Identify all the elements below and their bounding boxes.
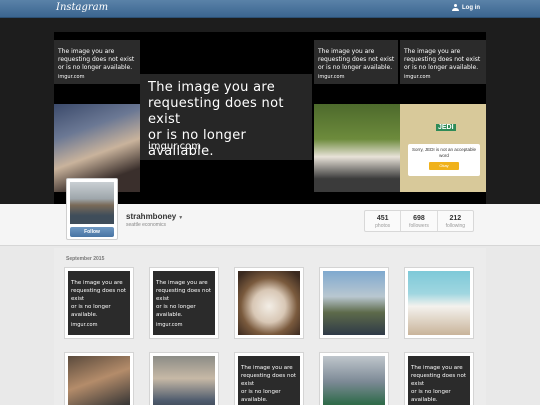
profile-stats: 451 photos 698 followers 212 following: [364, 210, 474, 232]
chevron-down-icon[interactable]: ▼: [178, 215, 183, 221]
missing-image-source: imgur.com: [404, 74, 431, 80]
cover-tile-photo[interactable]: [314, 104, 400, 192]
game-okay-button[interactable]: Okay: [429, 162, 459, 170]
follow-button[interactable]: Follow: [70, 227, 114, 237]
grid-photo[interactable]: The image you are requesting does not exi…: [149, 267, 219, 339]
photo-image: [68, 356, 130, 405]
stat-photos[interactable]: 451 photos: [365, 211, 402, 231]
username-text: strahmboney: [126, 212, 177, 221]
missing-image-source: imgur.com: [156, 322, 183, 328]
stat-value: 451: [376, 215, 389, 222]
grid-photo[interactable]: [404, 267, 474, 339]
missing-image-message: The image you are requesting does not exi…: [156, 280, 212, 318]
user-icon: [452, 4, 459, 11]
missing-image-source: imgur.com: [71, 322, 98, 328]
login-link[interactable]: Log in: [452, 4, 480, 11]
missing-image-message: The image you are requesting does not exi…: [241, 365, 297, 403]
cover-tile-photo[interactable]: JEDI Sorry, JEDI is not an acceptable wo…: [400, 104, 486, 192]
stat-label: photos: [375, 223, 391, 229]
missing-image-message: The image you are requesting does not exi…: [71, 280, 127, 318]
instagram-logo[interactable]: Instagram: [56, 2, 108, 13]
stat-value: 698: [413, 215, 425, 222]
profile-username[interactable]: strahmboney ▼: [126, 212, 183, 221]
grid-photo[interactable]: The image you are requesting does not exi…: [234, 352, 304, 405]
cover-tile-missing-large[interactable]: The image you are requesting does not exi…: [140, 74, 312, 160]
grid-photo[interactable]: [319, 352, 389, 405]
cover-tile-missing[interactable]: The image you are requesting does not exi…: [54, 40, 140, 84]
missing-image: The image you are requesting does not exi…: [68, 271, 130, 335]
stat-value: 212: [449, 215, 462, 222]
avatar[interactable]: [70, 182, 114, 224]
month-label: September 2015: [66, 256, 105, 262]
profile-full-name: seattle economics: [126, 222, 167, 228]
missing-image: The image you are requesting does not exi…: [238, 356, 300, 405]
missing-image-message: The image you are requesting does not exi…: [58, 48, 135, 71]
missing-image: The image you are requesting does not exi…: [153, 271, 215, 335]
photo-image: [323, 271, 385, 335]
cover-tile-missing[interactable]: The image you are requesting does not exi…: [314, 40, 398, 84]
stat-label: following: [445, 223, 466, 229]
missing-image: The image you are requesting does not exi…: [408, 356, 470, 405]
photo-image: [408, 271, 470, 335]
missing-image-message: The image you are requesting does not exi…: [404, 48, 481, 71]
stat-label: followers: [409, 223, 429, 229]
photo-image: [238, 271, 300, 335]
grid-photo[interactable]: [64, 352, 134, 405]
missing-image-source: imgur.com: [318, 74, 345, 80]
top-nav-bar: Instagram Log in: [0, 0, 540, 18]
photo-image: [153, 356, 215, 405]
missing-image-message: The image you are requesting does not exi…: [411, 365, 467, 403]
avatar-card: Follow: [66, 178, 118, 240]
missing-image-source: imgur.com: [58, 74, 85, 80]
cover-mosaic: The image you are requesting does not exi…: [54, 32, 486, 204]
grid-photo[interactable]: The image you are requesting does not exi…: [404, 352, 474, 405]
grid-photo[interactable]: [149, 352, 219, 405]
missing-image-source: imgur.com: [148, 141, 201, 152]
login-label: Log in: [462, 4, 480, 11]
missing-image-message: The image you are requesting does not exi…: [318, 48, 395, 71]
stat-followers[interactable]: 698 followers: [401, 211, 438, 231]
game-word: JEDI: [436, 124, 456, 131]
grid-photo[interactable]: The image you are requesting does not exi…: [64, 267, 134, 339]
grid-photo[interactable]: [234, 267, 304, 339]
game-toast: Sorry, JEDI is not an acceptable word Ok…: [408, 144, 480, 176]
game-toast-text: Sorry, JEDI is not an acceptable word: [412, 147, 476, 158]
cover-tile-missing[interactable]: The image you are requesting does not exi…: [400, 40, 486, 84]
grid-photo[interactable]: [319, 267, 389, 339]
stat-following[interactable]: 212 following: [438, 211, 473, 231]
photo-image: [323, 356, 385, 405]
